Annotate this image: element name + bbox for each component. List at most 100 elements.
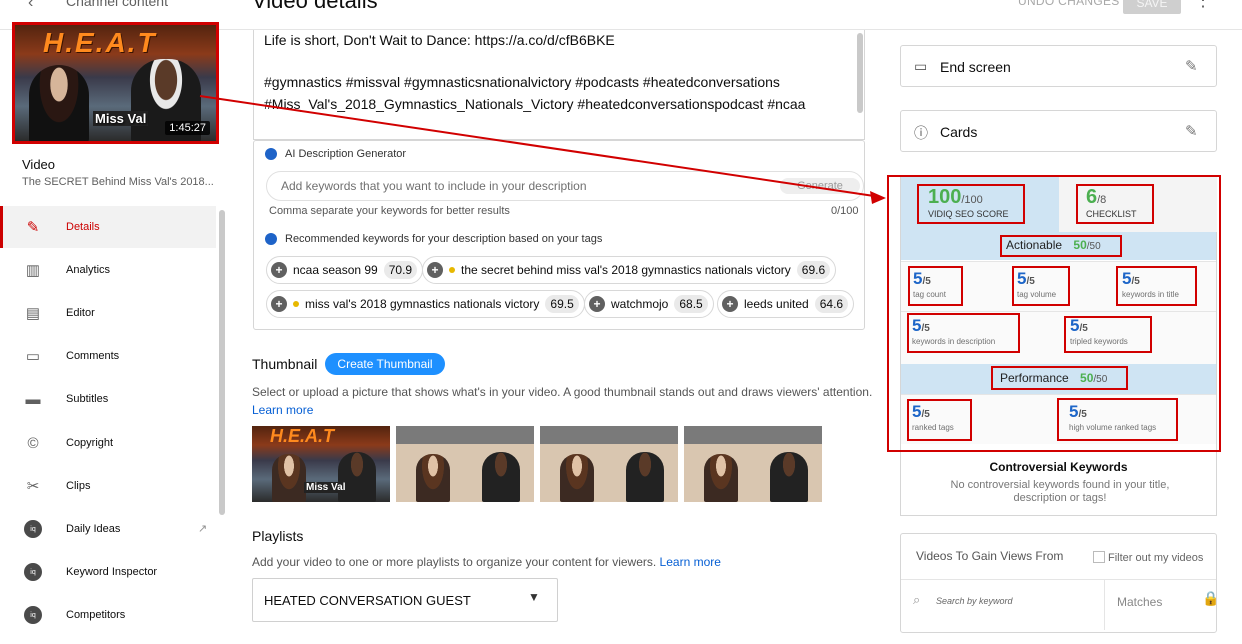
keyword-chip[interactable]: + leeds united 64.6	[717, 290, 855, 318]
sidebar-item-analytics[interactable]: ▥ Analytics	[0, 249, 216, 291]
thumbnail-person-left	[416, 454, 450, 502]
videos-to-gain-views-panel	[900, 533, 1217, 633]
video-thumbnail[interactable]: H.E.A.T Miss Val 1:45:27	[12, 22, 219, 144]
thumbnail-person-left	[272, 454, 306, 502]
sidebar-item-editor[interactable]: ▤ Editor	[0, 292, 216, 334]
keyword-chip[interactable]: + miss val's 2018 gymnastics nationals v…	[266, 290, 585, 318]
generate-button[interactable]: Generate	[780, 178, 860, 194]
sidebar-item-label: Subtitles	[66, 393, 109, 405]
sidebar-item-keyword-inspector[interactable]: iq Keyword Inspector	[0, 551, 216, 593]
controversial-keywords-title: Controversial Keywords	[989, 460, 1128, 474]
plus-icon: +	[271, 262, 287, 278]
sidebar-item-label: Analytics	[66, 264, 111, 276]
vidiq-icon: iq	[24, 563, 42, 581]
keyword-input-placeholder: Add keywords that you want to include in…	[281, 179, 587, 193]
more-options-icon[interactable]: ⋮	[1194, 0, 1212, 11]
ai-generator-title: AI Description Generator	[285, 148, 407, 160]
info-icon: ⓘ	[914, 125, 928, 141]
save-button[interactable]: SAVE	[1123, 0, 1181, 14]
thumbnail-person-left	[560, 454, 594, 502]
recommended-header: Recommended keywords for your descriptio…	[265, 233, 602, 245]
sidebar-item-comments[interactable]: ▭ Comments	[0, 335, 216, 377]
thumbnail-title-text: H.E.A.T	[270, 426, 335, 446]
sidebar-item-copyright[interactable]: © Copyright	[0, 422, 216, 464]
thumbnail-person-right	[626, 452, 664, 502]
sidebar-item-clips[interactable]: ✂ Clips	[0, 465, 216, 507]
vidiq-icon	[265, 233, 277, 245]
plus-icon: +	[271, 296, 287, 312]
search-input[interactable]: Search by keyword	[936, 596, 1013, 606]
sidebar-item-label: Daily Ideas	[66, 523, 121, 535]
sidebar-item-details[interactable]: ✎ Details	[0, 206, 216, 248]
scissors-icon: ✂	[26, 478, 40, 495]
thumbnail-person-left	[704, 454, 738, 502]
vidiq-icon: iq	[24, 520, 42, 538]
subtitles-icon: ▬	[25, 390, 41, 408]
divider	[1104, 580, 1105, 630]
thumbnail-learn-more-link[interactable]: Learn more	[252, 403, 313, 417]
plus-icon: +	[722, 296, 738, 312]
description-scrollbar[interactable]	[857, 33, 863, 113]
thumbnail-option[interactable]	[396, 426, 534, 502]
playlist-selected-value: HEATED CONVERSATION GUEST	[264, 593, 471, 608]
edit-pencil-icon[interactable]: ✎	[1185, 57, 1198, 75]
video-title: The SECRET Behind Miss Val's 2018...	[22, 176, 214, 188]
thumbnail-person-right	[482, 452, 520, 502]
thumbnail-description: Select or upload a picture that shows wh…	[252, 385, 873, 399]
sidebar-item-label: Details	[66, 221, 100, 233]
back-arrow-icon[interactable]: ‹	[28, 0, 33, 12]
keyword-chip[interactable]: + watchmojo 68.5	[584, 290, 714, 318]
chip-score: 69.5	[545, 295, 579, 313]
sidebar-item-competitors[interactable]: iq Competitors	[0, 594, 216, 636]
create-thumbnail-button[interactable]: Create Thumbnail	[325, 353, 445, 375]
plus-icon: +	[589, 296, 605, 312]
divider	[901, 579, 1216, 580]
dot-icon	[293, 301, 299, 307]
keyword-count: 0/100	[831, 205, 859, 217]
filter-checkbox[interactable]	[1093, 551, 1105, 563]
lock-icon[interactable]: 🔒	[1202, 590, 1219, 607]
sidebar-item-label: Copyright	[66, 437, 114, 449]
chip-label: miss val's 2018 gymnastics nationals vic…	[305, 297, 540, 311]
videos-to-gain-views-title: Videos To Gain Views From	[916, 549, 1064, 563]
keyword-chip[interactable]: + ncaa season 99 70.9	[266, 256, 424, 284]
dot-icon	[449, 267, 455, 273]
thumbnail-person-right	[338, 452, 376, 502]
arrow-head	[870, 191, 886, 204]
ai-generator-header: AI Description Generator	[265, 148, 406, 160]
description-line: #Miss_Val's_2018_Gymnastics_Nationals_Vi…	[264, 96, 806, 112]
sidebar-item-subtitles[interactable]: ▬ Subtitles	[0, 378, 216, 420]
thumbnail-title-text: H.E.A.T	[43, 27, 157, 58]
chip-label: watchmojo	[611, 297, 669, 311]
playlists-description: Add your video to one or more playlists …	[252, 555, 721, 569]
playlists-learn-more-link[interactable]: Learn more	[660, 555, 721, 569]
dropdown-arrow-icon[interactable]: ▼	[528, 590, 540, 604]
thumbnail-option[interactable]	[540, 426, 678, 502]
description-line: #gymnastics #missval #gymnasticsnational…	[264, 74, 780, 90]
keyword-chip[interactable]: + the secret behind miss val's 2018 gymn…	[422, 256, 837, 284]
edit-pencil-icon[interactable]: ✎	[1185, 122, 1198, 140]
external-link-icon[interactable]: ↗	[198, 522, 207, 535]
keyword-hint: Comma separate your keywords for better …	[269, 205, 510, 217]
thumbnail-option[interactable]	[684, 426, 822, 502]
thumbnail-option[interactable]: H.E.A.T Miss Val	[252, 426, 390, 502]
sidebar-item-label: Clips	[66, 480, 91, 492]
matches-label: Matches	[1117, 595, 1163, 609]
vidiq-icon	[265, 148, 277, 160]
chip-score: 69.6	[796, 261, 831, 279]
pencil-icon: ✎	[26, 219, 40, 236]
description-line: Life is short, Don't Wait to Dance: http…	[264, 32, 615, 48]
chip-score: 64.6	[814, 295, 849, 313]
controversial-keywords-desc: No controversial keywords found in your …	[950, 479, 1170, 504]
video-duration: 1:45:27	[165, 121, 210, 135]
recommended-title: Recommended keywords for your descriptio…	[285, 233, 603, 245]
undo-changes-button[interactable]: UNDO CHANGES	[1018, 0, 1120, 8]
playlists-description-text: Add your video to one or more playlists …	[252, 555, 657, 569]
sidebar-scrollbar[interactable]	[219, 210, 225, 515]
copyright-icon: ©	[27, 434, 39, 452]
search-icon: ⌕	[913, 592, 921, 607]
sidebar-item-daily-ideas[interactable]: iq Daily Ideas ↗	[0, 508, 216, 550]
vidiq-icon: iq	[24, 606, 42, 624]
video-label: Video	[22, 157, 56, 172]
thumbnail-person-right	[770, 452, 808, 502]
